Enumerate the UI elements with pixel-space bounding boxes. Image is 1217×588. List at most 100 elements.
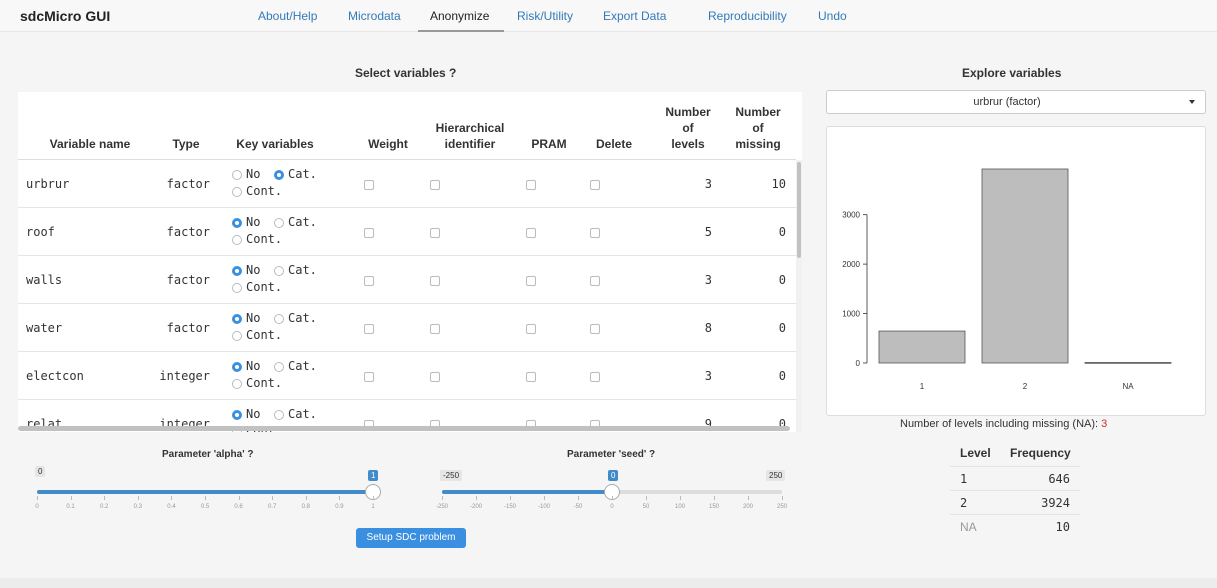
key-radio-cat-label: Cat. [288,407,317,421]
app-brand[interactable]: sdcMicro GUI [20,8,110,24]
pram-checkbox[interactable] [526,180,536,190]
pram-checkbox[interactable] [526,276,536,286]
key-radio-cat[interactable] [274,266,284,276]
weight-checkbox[interactable] [364,180,374,190]
key-radio-no[interactable] [232,170,242,180]
key-radio-cat-label: Cat. [288,359,317,373]
nav-reproducibility[interactable]: Reproducibility [708,9,787,23]
key-radio-no[interactable] [232,314,242,324]
weight-checkbox[interactable] [364,276,374,286]
table-horizontal-scrollbar[interactable] [18,426,790,431]
variable-select[interactable]: urbrur (factor) [826,90,1206,114]
setup-sdc-problem-button[interactable]: Setup SDC problem [356,528,466,548]
key-radio-no[interactable] [232,266,242,276]
key-radio-cat[interactable] [274,362,284,372]
key-radio-cat[interactable] [274,170,284,180]
delete-checkbox[interactable] [590,276,600,286]
slider-tick [646,496,647,500]
freq-level-cell: 1 [960,472,968,486]
alpha-fill [37,490,373,494]
slider-tick-label: 0.9 [335,504,344,510]
levels-count: 3 [1101,418,1108,430]
key-radio-cat-label: Cat. [288,215,317,229]
weight-checkbox[interactable] [364,372,374,382]
page-footer-bar [0,578,1217,588]
missing-cell: 0 [778,369,786,383]
key-radio-cont[interactable] [232,331,242,341]
hierarchical-identifier-checkbox[interactable] [430,228,440,238]
pram-checkbox[interactable] [526,372,536,382]
slider-tick [137,496,139,500]
freq-level-cell-na: NA [960,520,977,534]
freq-row-divider [950,490,1080,491]
alpha-value-badge: 1 [368,470,379,481]
hierarchical-identifier-checkbox[interactable] [430,372,440,382]
nav-microdata[interactable]: Microdata [348,9,401,23]
delete-checkbox[interactable] [590,228,600,238]
nav-risk-utility[interactable]: Risk/Utility [517,9,573,23]
slider-tick-label: 0.7 [268,504,277,510]
slider-tick-label: -200 [470,504,483,510]
variable-type-cell: factor [166,177,210,191]
alpha-slider[interactable]: 0 1 0 0.1 0.2 0.3 0.4 0.5 0.6 0.7 0.8 0.9 1 [35,466,381,516]
variable-type-cell: factor [166,321,210,335]
nav-about-help[interactable]: About/Help [258,9,317,23]
weight-checkbox[interactable] [364,228,374,238]
slider-tick-label: 1 [371,504,375,510]
key-radio-cont-label: Cont. [246,280,283,294]
variable-name-cell: walls [26,273,63,287]
key-radio-cont[interactable] [232,283,242,293]
header-levels-1: Number [665,105,711,119]
slider-tick [748,496,749,500]
nav-export-data[interactable]: Export Data [603,9,666,23]
variable-type-cell: factor [166,225,210,239]
header-identifier: identifier [444,137,496,151]
delete-checkbox[interactable] [590,324,600,334]
freq-frequency-cell: 3924 [1041,496,1070,510]
key-radio-no-label: No [246,215,261,229]
nav-undo[interactable]: Undo [818,9,847,23]
weight-checkbox[interactable] [364,324,374,334]
slider-tick [578,496,579,500]
key-radio-cont[interactable] [232,379,242,389]
freq-header-level: Level [960,446,991,460]
key-radio-no[interactable] [232,410,242,420]
slider-tick [373,496,374,500]
levels-cell: 8 [704,321,712,335]
nav-anonymize[interactable]: Anonymize [430,9,489,23]
delete-checkbox[interactable] [590,180,600,190]
header-missing-2: of [752,121,764,135]
key-radio-cat-label: Cat. [288,263,317,277]
table-row: water factor No Cat. Cont. 8 0 [18,304,796,352]
delete-checkbox[interactable] [590,372,600,382]
key-radio-cont[interactable] [232,187,242,197]
missing-cell: 0 [778,225,786,239]
levels-cell: 3 [704,273,712,287]
table-row: walls factor No Cat. Cont. 3 0 [18,256,796,304]
key-radio-cat-label: Cat. [288,167,317,181]
slider-tick-label: 0.6 [234,504,243,510]
pram-checkbox[interactable] [526,324,536,334]
hierarchical-identifier-checkbox[interactable] [430,276,440,286]
header-delete: Delete [595,137,633,151]
slider-tick-label: 0.5 [200,504,210,510]
freq-frequency-cell: 10 [1055,520,1070,534]
freq-header-divider [950,466,1080,467]
header-missing-1: Number [735,105,781,119]
seed-slider[interactable]: -250 250 0 -250 -200 -150 -100 -50 0 50 100 150 2… [436,466,787,516]
slider-tick-label: 0.1 [66,504,75,510]
key-radio-no[interactable] [232,218,242,228]
key-radio-cat[interactable] [274,218,284,228]
key-radio-cat[interactable] [274,314,284,324]
hierarchical-identifier-checkbox[interactable] [430,180,440,190]
key-radio-cont[interactable] [232,235,242,245]
variable-name-cell: urbrur [26,177,70,191]
slider-tick [272,496,274,500]
key-radio-no[interactable] [232,362,242,372]
pram-checkbox[interactable] [526,228,536,238]
slider-tick-label: 150 [708,504,719,510]
hierarchical-identifier-checkbox[interactable] [430,324,440,334]
slider-tick [544,496,545,500]
key-radio-cat[interactable] [274,410,284,420]
table-vertical-scrollbar-thumb[interactable] [797,162,801,258]
